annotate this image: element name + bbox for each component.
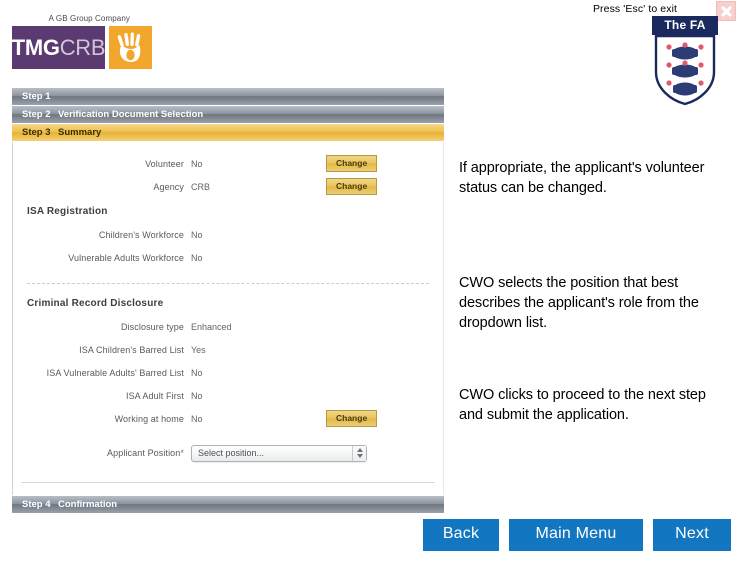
- applicant-position-select[interactable]: Select position...: [191, 444, 367, 462]
- brand-name-tmg: TMG: [11, 34, 60, 60]
- section-divider: [27, 283, 429, 284]
- step-3-label: Summary: [58, 127, 102, 138]
- brand-name-crb: CRB: [59, 34, 106, 60]
- close-icon: [720, 5, 732, 17]
- summary-row-agency: Agency CRB Change: [13, 175, 443, 198]
- main-menu-button[interactable]: Main Menu: [509, 519, 643, 551]
- value-vulnerable-adults-workforce: No: [191, 252, 203, 263]
- section-heading-criminal-record-disclosure: Criminal Record Disclosure: [27, 298, 164, 309]
- close-button[interactable]: [716, 1, 736, 21]
- value-isa-vulnerable-adults-barred-list: No: [191, 367, 203, 378]
- summary-body: Volunteer No Change Agency CRB Change IS…: [12, 142, 444, 495]
- select-stepper-icon[interactable]: [352, 445, 366, 461]
- brand-wordmark: TMGCRB: [11, 26, 106, 69]
- next-button[interactable]: Next: [653, 519, 731, 551]
- step-1-number: Step 1: [22, 91, 51, 102]
- tmgcrb-logo: A GB Group Company TMGCRB: [12, 14, 152, 69]
- application-summary-panel: Step 1 Step 2 Verification Document Sele…: [12, 88, 444, 514]
- section-heading-isa-registration: ISA Registration: [27, 206, 108, 217]
- label-isa-vulnerable-adults-barred-list: ISA Vulnerable Adults' Barred List: [46, 367, 184, 378]
- value-working-at-home: No: [191, 413, 203, 424]
- annotation-next-step: CWO clicks to proceed to the next step a…: [459, 387, 706, 423]
- required-marker: *: [180, 448, 184, 458]
- summary-row-volunteer: Volunteer No Change: [13, 152, 443, 175]
- summary-row-isa-adult-first: ISA Adult First No: [13, 384, 443, 407]
- step-header-3[interactable]: Step 3 Summary: [12, 124, 444, 141]
- value-isa-childrens-barred-list: Yes: [191, 344, 206, 355]
- value-agency: CRB: [191, 181, 211, 192]
- step-2-number: Step 2: [22, 109, 51, 120]
- summary-row-childrens-workforce: Children's Workforce No: [13, 223, 443, 246]
- annotation-volunteer-status: If appropriate, the applicant's voluntee…: [459, 160, 705, 196]
- label-isa-childrens-barred-list: ISA Children's Barred List: [79, 344, 184, 355]
- label-applicant-position-text: Applicant Position: [107, 448, 181, 458]
- value-isa-adult-first: No: [191, 390, 203, 401]
- label-applicant-position: Applicant Position*: [13, 448, 191, 458]
- hand-icon: [117, 32, 140, 62]
- summary-row-isa-childrens-barred-list: ISA Children's Barred List Yes: [13, 338, 443, 361]
- change-volunteer-button[interactable]: Change: [326, 154, 378, 173]
- label-volunteer: Volunteer: [145, 158, 184, 169]
- fa-banner-text: The FA: [652, 16, 718, 35]
- label-working-at-home: Working at home: [114, 413, 184, 424]
- annotation-position-dropdown: CWO selects the position that best descr…: [459, 275, 699, 331]
- slide-root: Press 'Esc' to exit The FA A GB Group Co…: [0, 0, 737, 567]
- step-3-number: Step 3: [22, 127, 51, 138]
- summary-row-working-at-home: Working at home No Change: [13, 407, 443, 430]
- summary-row-disclosure-type: Disclosure type Enhanced: [13, 315, 443, 338]
- esc-hint-text: Press 'Esc' to exit: [592, 3, 678, 15]
- applicant-position-row: Applicant Position* Select position...: [13, 438, 443, 468]
- applicant-position-selected-value: Select position...: [198, 448, 265, 458]
- label-isa-adult-first: ISA Adult First: [125, 390, 184, 401]
- value-childrens-workforce: No: [191, 229, 203, 240]
- step-header-4[interactable]: Step 4 Confirmation: [12, 496, 444, 513]
- label-disclosure-type: Disclosure type: [120, 321, 184, 332]
- label-childrens-workforce: Children's Workforce: [98, 229, 184, 240]
- label-agency: Agency: [153, 181, 184, 192]
- label-vulnerable-adults-workforce: Vulnerable Adults Workforce: [68, 252, 184, 263]
- fa-three-lions-crest-icon: [654, 34, 716, 106]
- brand-tagline: A GB Group Company: [48, 14, 130, 23]
- fa-logo: The FA: [652, 16, 718, 106]
- value-volunteer: No: [191, 158, 203, 169]
- brand-icon-box: [109, 26, 152, 69]
- body-bottom-divider: [21, 482, 435, 483]
- change-agency-button[interactable]: Change: [326, 177, 378, 196]
- step-2-label: Verification Document Selection: [58, 109, 204, 120]
- step-header-2[interactable]: Step 2 Verification Document Selection: [12, 106, 444, 123]
- change-disclosure-button[interactable]: Change: [326, 409, 378, 428]
- value-disclosure-type: Enhanced: [191, 321, 232, 332]
- step-4-label: Confirmation: [58, 499, 118, 510]
- navigation-bar: Back Main Menu Next: [423, 519, 731, 551]
- back-button[interactable]: Back: [423, 519, 499, 551]
- summary-row-isa-vulnerable-adults-barred-list: ISA Vulnerable Adults' Barred List No: [13, 361, 443, 384]
- summary-row-vulnerable-adults-workforce: Vulnerable Adults Workforce No: [13, 246, 443, 269]
- step-header-1[interactable]: Step 1: [12, 88, 444, 105]
- step-4-number: Step 4: [22, 499, 51, 510]
